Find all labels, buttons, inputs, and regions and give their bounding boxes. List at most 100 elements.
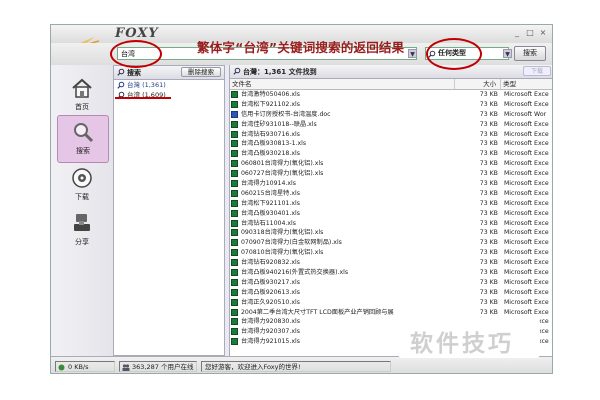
- speed-status: 0 KB/s: [55, 361, 115, 372]
- file-type: Microsoft Wor: [503, 110, 547, 118]
- excel-file-icon: [231, 180, 238, 188]
- file-row[interactable]: 070810台湾得力(氧化铝).xls 73 KB Microsoft Exce: [230, 248, 552, 258]
- file-name-cell: 090318台湾得力(氧化铝).xls: [230, 228, 454, 238]
- file-row[interactable]: 台湾凸板930813-1.xls 73 KB Microsoft Exce: [230, 139, 552, 149]
- file-row[interactable]: 台湾钻石930716.xls 73 KB Microsoft Exce: [230, 130, 552, 140]
- file-size: 73 KB: [479, 298, 498, 306]
- file-type-dropdown-icon[interactable]: ▼: [503, 49, 512, 58]
- file-type: Microsoft Exce: [503, 130, 549, 138]
- file-name-cell: 台湾钻石930716.xls: [230, 130, 454, 140]
- close-button[interactable]: ×: [538, 28, 548, 38]
- file-name-cell: 台湾激特050406.xls: [230, 90, 454, 100]
- file-row[interactable]: 台湾佳矽931018--联晶.xls 73 KB Microsoft Exce: [230, 120, 552, 130]
- file-size: 73 KB: [479, 180, 498, 188]
- excel-file-icon: [231, 209, 238, 217]
- file-size: 73 KB: [479, 120, 498, 128]
- file-row[interactable]: 台湾凸板930401.xls 73 KB Microsoft Exce: [230, 209, 552, 219]
- minimize-button[interactable]: _: [512, 28, 522, 38]
- file-row[interactable]: 台湾钻石11004.xls 73 KB Microsoft Exce: [230, 219, 552, 229]
- column-header-size[interactable]: 大小: [455, 79, 502, 89]
- file-type: Microsoft Exce: [503, 259, 549, 267]
- excel-file-icon: [231, 160, 238, 168]
- excel-file-icon: [231, 278, 238, 286]
- file-row[interactable]: 信用卡订房授权书-台湾温度.doc 73 KB Microsoft Wor: [230, 110, 552, 120]
- file-name: 台湾凸板930217.xls: [241, 278, 300, 286]
- file-type: Microsoft Exce: [503, 91, 549, 98]
- download-button[interactable]: 下载: [523, 66, 551, 76]
- excel-file-icon: [231, 219, 238, 227]
- watermark: 软件技巧: [398, 318, 540, 358]
- excel-file-icon: [231, 140, 238, 148]
- file-name-cell: 台湾凸板940216(外置式热交换器).xls: [230, 268, 454, 278]
- download-icon: [69, 166, 95, 190]
- file-name: 070810台湾得力(氧化铝).xls: [241, 249, 324, 257]
- maximize-button[interactable]: □: [525, 28, 535, 38]
- sidebar-item-search[interactable]: 搜索: [57, 115, 109, 163]
- delete-search-button[interactable]: 删除搜索: [181, 67, 221, 77]
- file-size: 73 KB: [479, 110, 498, 118]
- search-result-item[interactable]: 台灣 (1,361): [114, 80, 224, 90]
- status-bar: 0 KB/s 363,287 个用户在线 您好游客，欢迎进入Foxy的世界!: [51, 356, 552, 373]
- file-results-panel: 台灣：1,361 文件找到 下载 文件名 大小 类型 台湾激特050406.xl…: [229, 65, 552, 356]
- search-result-item[interactable]: 台湾 (1,609): [114, 90, 224, 100]
- file-row[interactable]: 090318台湾得力(氧化铝).xls 73 KB Microsoft Exce: [230, 228, 552, 238]
- watermark-text: 软件技巧: [410, 331, 514, 357]
- excel-file-icon: [231, 298, 238, 306]
- file-row[interactable]: 台湾松下921101.xls 73 KB Microsoft Exce: [230, 199, 552, 209]
- file-row[interactable]: 060215台湾星特.xls 73 KB Microsoft Exce: [230, 189, 552, 199]
- file-row[interactable]: 台湾得力10914.xls 73 KB Microsoft Exce: [230, 179, 552, 189]
- excel-file-icon: [231, 318, 238, 326]
- file-type: Microsoft Exce: [503, 199, 549, 207]
- file-row[interactable]: 台湾正久920510.xls 73 KB Microsoft Exce: [230, 298, 552, 308]
- result-underline: [115, 97, 171, 99]
- file-type: Microsoft Exce: [503, 308, 549, 316]
- file-size: 73 KB: [479, 239, 498, 247]
- file-row[interactable]: 台湾凸板920613.xls 73 KB Microsoft Exce: [230, 288, 552, 298]
- file-row[interactable]: 台湾凸板940216(外置式热交换器).xls 73 KB Microsoft Ex…: [230, 268, 552, 278]
- excel-file-icon: [231, 189, 238, 197]
- file-size: 73 KB: [479, 209, 498, 217]
- excel-file-icon: [231, 249, 238, 257]
- search-button[interactable]: 搜索: [514, 46, 546, 61]
- file-type: Microsoft Exce: [503, 249, 549, 257]
- sidebar-item-download[interactable]: 下载: [57, 166, 107, 202]
- file-type: Microsoft Exce: [503, 120, 549, 128]
- file-row[interactable]: 060727台湾得力(氧化铝).xls 73 KB Microsoft Exce: [230, 169, 552, 179]
- excel-file-icon: [231, 269, 238, 277]
- file-name-cell: 台湾松下921101.xls: [230, 199, 454, 209]
- sidebar-item-share[interactable]: 分享: [57, 211, 107, 247]
- file-name-cell: 信用卡订房授权书-台湾温度.doc: [230, 110, 454, 120]
- file-name: 信用卡订房授权书-台湾温度.doc: [241, 110, 331, 118]
- file-row[interactable]: 台湾钻石920832.xls 73 KB Microsoft Exce: [230, 258, 552, 268]
- file-name: 台湾激特050406.xls: [241, 91, 300, 98]
- file-type: Microsoft Exce: [503, 239, 549, 247]
- file-row[interactable]: 台湾凸板930218.xls 73 KB Microsoft Exce: [230, 149, 552, 159]
- window-controls: _ □ ×: [512, 28, 548, 38]
- file-size: 73 KB: [479, 249, 498, 257]
- welcome-message: 您好游客，欢迎进入Foxy的世界!: [201, 361, 391, 372]
- file-size: 73 KB: [479, 269, 498, 277]
- file-type: Microsoft Exce: [503, 278, 549, 286]
- file-name: 台湾凸板940216(外置式热交换器).xls: [241, 269, 349, 277]
- column-header-name[interactable]: 文件名: [230, 79, 456, 89]
- sidebar-item-label: 首页: [75, 103, 89, 111]
- file-type-select[interactable]: 任何类型: [425, 47, 509, 60]
- sidebar-item-home[interactable]: 首页: [57, 76, 107, 112]
- sidebar: 首页 搜索 下载 分享: [51, 65, 113, 356]
- file-row[interactable]: 台湾凸板930217.xls 73 KB Microsoft Exce: [230, 278, 552, 288]
- file-row[interactable]: 060801台湾得力(氧化铝).xls 73 KB Microsoft Exce: [230, 159, 552, 169]
- excel-file-icon: [231, 170, 238, 178]
- file-row[interactable]: 台湾松下921102.xls 73 KB Microsoft Exce: [230, 100, 552, 110]
- file-name: 台湾松下921101.xls: [241, 199, 300, 207]
- excel-file-icon: [231, 239, 238, 247]
- file-results-header: 台灣：1,361 文件找到 下载: [230, 65, 552, 79]
- column-header-type[interactable]: 类型: [501, 79, 552, 89]
- excel-file-icon: [231, 130, 238, 138]
- search-history-dropdown-icon[interactable]: ▼: [408, 49, 417, 58]
- file-row[interactable]: 070907台湾得力(白金软网制品).xls 73 KB Microsoft Exc…: [230, 238, 552, 248]
- file-size: 73 KB: [479, 278, 498, 286]
- file-name: 台湾正久920510.xls: [241, 298, 300, 306]
- file-size: 73 KB: [479, 199, 498, 207]
- file-row[interactable]: 台湾激特050406.xls 73 KB Microsoft Exce: [230, 90, 552, 100]
- file-row[interactable]: 2004第二季台湾大尺寸TFT LCD面板产业产销回顾与展 73 KB Micros…: [230, 308, 552, 318]
